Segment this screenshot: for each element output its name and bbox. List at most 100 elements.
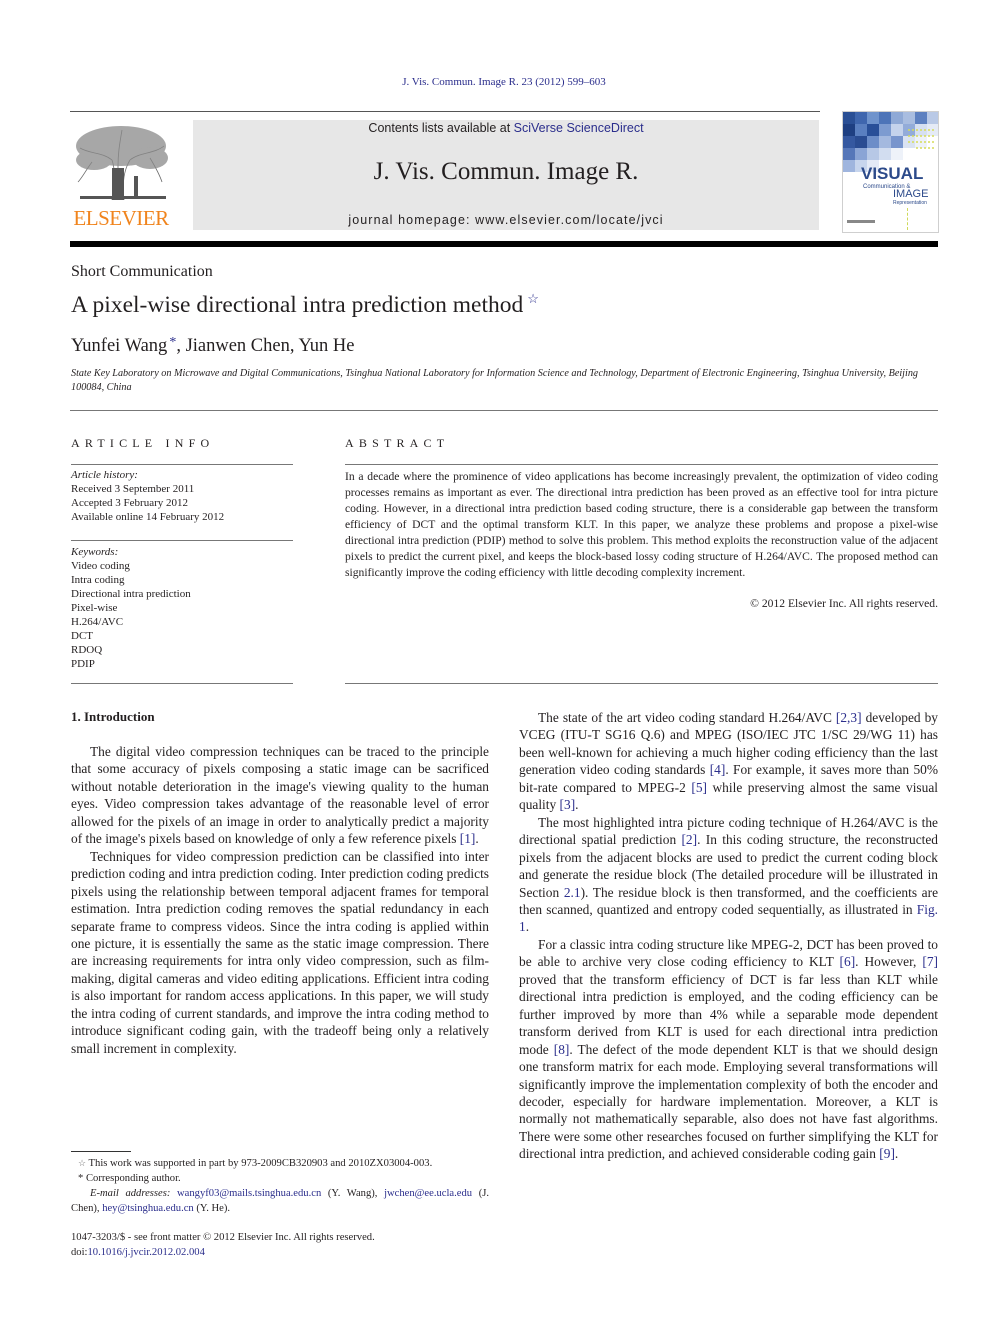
journal-homepage-line: journal homepage: www.elsevier.com/locat… bbox=[193, 213, 819, 227]
cover-dotted-line bbox=[907, 208, 909, 230]
email-link[interactable]: jwchen@ee.ucla.edu bbox=[384, 1188, 472, 1199]
citation-link[interactable]: [7] bbox=[922, 954, 938, 969]
paragraph-text: . bbox=[475, 831, 479, 847]
article-info-rule bbox=[71, 464, 293, 465]
keyword-item: RDOQ bbox=[71, 644, 103, 656]
abstract-bottom-rule bbox=[345, 683, 938, 684]
citation-link[interactable]: [6] bbox=[840, 954, 856, 969]
citation-link[interactable]: [3] bbox=[560, 797, 576, 812]
abstract-text: In a decade where the prominence of vide… bbox=[345, 470, 938, 579]
citation-link[interactable]: [4] bbox=[710, 762, 726, 777]
keyword-item: Video coding bbox=[71, 560, 130, 572]
sciencedirect-link[interactable]: SciVerse ScienceDirect bbox=[514, 121, 644, 135]
left-column: The digital video compression techniques… bbox=[71, 743, 489, 1057]
doi-link[interactable]: 10.1016/j.jvcir.2012.02.004 bbox=[87, 1247, 204, 1258]
keyword-item: DCT bbox=[71, 630, 93, 642]
footnotes: ☆ This work was supported in part by 973… bbox=[71, 1156, 489, 1216]
history-online: Available online 14 February 2012 bbox=[71, 511, 225, 523]
article-title-text: A pixel-wise directional intra predictio… bbox=[71, 292, 524, 318]
citation-link[interactable]: [2,3] bbox=[836, 710, 862, 725]
paragraph-text: . bbox=[575, 797, 579, 813]
doi-prefix: doi: bbox=[71, 1247, 88, 1258]
article-type: Short Communication bbox=[71, 263, 213, 280]
funding-footnote: ☆ This work was supported in part by 973… bbox=[71, 1156, 489, 1171]
elsevier-logo[interactable]: ELSEVIER bbox=[70, 118, 172, 231]
article-history: Article history: Received 3 September 20… bbox=[71, 468, 293, 524]
citation-link[interactable]: [5] bbox=[691, 780, 707, 795]
email-footnote: E-mail addresses: wangyf03@mails.tsinghu… bbox=[71, 1186, 489, 1216]
keywords-block: Keywords: Video coding Intra coding Dire… bbox=[71, 545, 293, 671]
email-link[interactable]: hey@tsinghua.edu.cn bbox=[102, 1203, 194, 1214]
author-name[interactable]: Jianwen Chen bbox=[186, 336, 290, 356]
corresponding-asterisk-icon: * bbox=[78, 1173, 84, 1184]
author-name[interactable]: Yun He bbox=[298, 336, 354, 356]
paragraph-text: . bbox=[894, 1146, 899, 1162]
citation-link[interactable]: [8] bbox=[554, 1042, 570, 1057]
abstract-rule bbox=[345, 464, 938, 465]
keyword-item: Intra coding bbox=[71, 574, 125, 586]
section-heading-introduction: 1. Introduction bbox=[71, 709, 155, 724]
doi-line: doi:10.1016/j.jvcir.2012.02.004 bbox=[71, 1245, 489, 1260]
citation-link[interactable]: 2.1 bbox=[564, 885, 581, 900]
cover-title-visual: VISUAL bbox=[861, 164, 924, 183]
abstract-heading: ABSTRACT bbox=[345, 436, 450, 450]
keywords-label: Keywords: bbox=[71, 546, 119, 558]
article-info-heading: ARTICLE INFO bbox=[71, 436, 215, 450]
body-paragraph: Techniques for video compression predict… bbox=[71, 848, 489, 1057]
title-divider bbox=[70, 410, 938, 411]
corresponding-footnote: * Corresponding author. bbox=[71, 1171, 489, 1186]
homepage-prefix: journal homepage: bbox=[348, 213, 476, 227]
email-owner: (Y. He). bbox=[193, 1203, 231, 1214]
body-paragraph: For a classic intra coding structure lik… bbox=[519, 936, 938, 1163]
keyword-item: H.264/AVC bbox=[71, 616, 124, 628]
paragraph-text: The state of the art video coding standa… bbox=[538, 710, 836, 725]
header-thick-rule bbox=[70, 241, 938, 247]
footnote-rule bbox=[71, 1151, 131, 1152]
body-paragraph: The state of the art video coding standa… bbox=[519, 709, 938, 814]
header-rule bbox=[70, 111, 820, 112]
paragraph-text: . The defect of the mode dependent KLT i… bbox=[519, 1041, 938, 1162]
author-separator: , bbox=[176, 336, 186, 356]
paragraph-text: . bbox=[525, 919, 530, 935]
paragraph-text: The digital video compression techniques… bbox=[71, 744, 489, 847]
body-paragraph: The digital video compression techniques… bbox=[71, 743, 489, 848]
author-affiliation: State Key Laboratory on Microwave and Di… bbox=[71, 368, 919, 393]
citation-link[interactable]: [9] bbox=[879, 1146, 895, 1161]
corresponding-text: Corresponding author. bbox=[85, 1173, 181, 1184]
journal-citation[interactable]: J. Vis. Commun. Image R. 23 (2012) 599–6… bbox=[0, 76, 992, 88]
cover-footer-bar bbox=[847, 220, 875, 223]
funding-star-icon: ☆ bbox=[78, 1158, 87, 1168]
journal-cover-thumbnail[interactable]: VISUAL Communication & IMAGE Representat… bbox=[842, 111, 939, 233]
history-received: Received 3 September 2011 bbox=[71, 483, 195, 495]
keyword-item: PDIP bbox=[71, 658, 95, 670]
elsevier-tree-icon bbox=[76, 126, 168, 201]
citation-link[interactable]: [2] bbox=[681, 832, 697, 847]
right-column: The state of the art video coding standa… bbox=[519, 709, 938, 1163]
cover-title-representation: Representation bbox=[893, 200, 927, 206]
contents-prefix: Contents lists available at bbox=[368, 121, 514, 135]
keywords-rule bbox=[71, 540, 293, 541]
email-owner: (Y. Wang), bbox=[321, 1188, 385, 1199]
issn-line: 1047-3203/$ - see front matter © 2012 El… bbox=[71, 1232, 375, 1243]
history-accepted: Accepted 3 February 2012 bbox=[71, 497, 188, 509]
keyword-item: Pixel-wise bbox=[71, 602, 118, 614]
abstract-copyright: © 2012 Elsevier Inc. All rights reserved… bbox=[750, 597, 938, 610]
funding-text: This work was supported in part by 973-2… bbox=[88, 1158, 433, 1169]
elsevier-wordmark: ELSEVIER bbox=[73, 206, 169, 230]
article-info-bottom-rule bbox=[71, 683, 293, 684]
title-footnote-star-icon[interactable]: ☆ bbox=[527, 291, 539, 306]
body-paragraph: The most highlighted intra picture codin… bbox=[519, 814, 938, 936]
email-label: E-mail addresses: bbox=[90, 1188, 171, 1199]
citation-link[interactable]: [1] bbox=[460, 831, 476, 846]
email-link[interactable]: wangyf03@mails.tsinghua.edu.cn bbox=[177, 1188, 321, 1199]
author-name[interactable]: Yunfei Wang bbox=[71, 336, 167, 356]
keyword-item: Directional intra prediction bbox=[71, 588, 191, 600]
front-matter: 1047-3203/$ - see front matter © 2012 El… bbox=[71, 1230, 489, 1260]
paragraph-text: . However, bbox=[855, 954, 923, 970]
paragraph-text: ). The residue block is then transformed… bbox=[519, 884, 939, 917]
article-title: A pixel-wise directional intra predictio… bbox=[71, 291, 539, 319]
article-history-label: Article history: bbox=[71, 469, 138, 481]
homepage-url-link[interactable]: www.elsevier.com/locate/jvci bbox=[475, 213, 664, 227]
journal-title: J. Vis. Commun. Image R. bbox=[373, 158, 639, 185]
author-list: Yunfei Wang *, Jianwen Chen, Yun He bbox=[71, 335, 354, 357]
